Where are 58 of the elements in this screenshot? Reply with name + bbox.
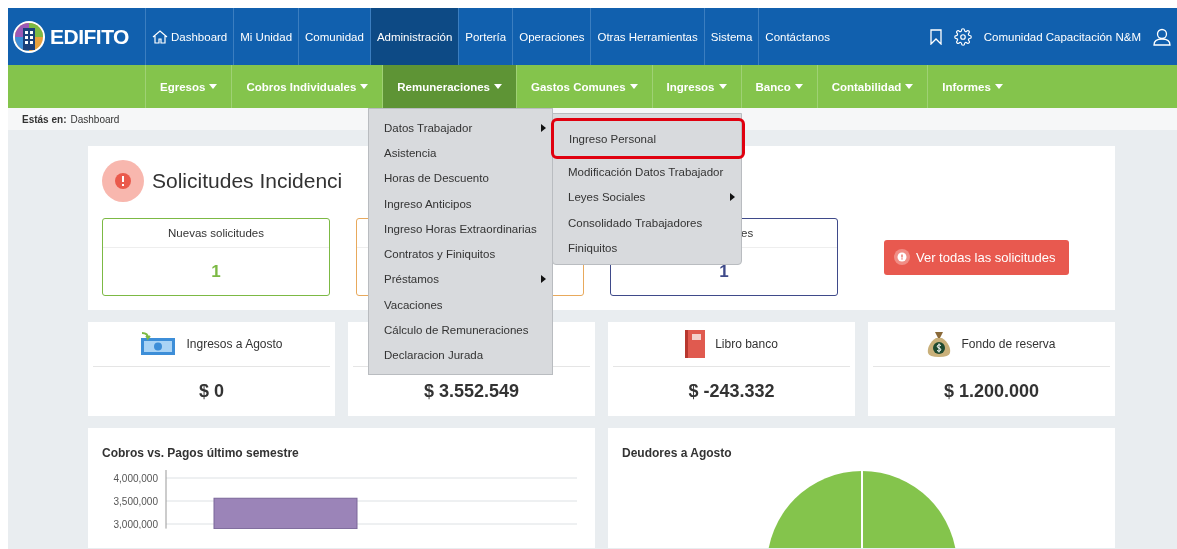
menu-item[interactable]: Consolidado Trabajadores bbox=[553, 209, 741, 236]
panel-title: Solicitudes Incidenci bbox=[152, 169, 343, 193]
alert-icon bbox=[102, 160, 144, 202]
stat-value: $ -243.332 bbox=[688, 381, 775, 402]
menu-item[interactable]: Ingreso Horas Extraordinarias bbox=[369, 216, 552, 242]
card-count: 1 bbox=[211, 261, 221, 282]
menu-item[interactable]: Contratos y Finiquitos bbox=[369, 241, 552, 267]
menu-item[interactable]: Asistencia bbox=[369, 140, 552, 166]
menu-item[interactable]: Préstamos bbox=[369, 266, 552, 293]
caret-icon bbox=[629, 84, 638, 89]
breadcrumb-link[interactable]: Dashboard bbox=[70, 113, 120, 125]
menu-item[interactable]: Ingreso Anticipos bbox=[369, 190, 552, 217]
axis-tick-label: 3,500,000 bbox=[113, 496, 158, 507]
caret-icon bbox=[794, 84, 803, 89]
caret-icon bbox=[360, 84, 369, 89]
nav-tab[interactable]: Remuneraciones bbox=[382, 65, 516, 108]
breadcrumb-label: Estás en: bbox=[22, 113, 67, 125]
card-label: Nuevas solicitudes bbox=[168, 227, 264, 239]
user-icon[interactable] bbox=[1153, 27, 1171, 46]
book-icon bbox=[685, 330, 706, 358]
caret-icon bbox=[209, 84, 218, 89]
stat-label: Fondo de reserva bbox=[961, 337, 1056, 351]
user-name[interactable]: Comunidad Capacitación N&M bbox=[983, 30, 1141, 43]
y-axis bbox=[165, 470, 167, 529]
stat-label: Ingresos a Agosto bbox=[186, 337, 283, 351]
nav-tab[interactable]: Administración bbox=[369, 8, 459, 65]
axis-tick-label: 3,000,000 bbox=[113, 519, 158, 529]
stat-value: $ 3.552.549 bbox=[423, 381, 520, 402]
menu-item[interactable]: Vacaciones bbox=[369, 292, 552, 318]
menu-item[interactable]: Leyes Sociales bbox=[553, 184, 741, 210]
caret-icon bbox=[905, 84, 914, 89]
caret-icon bbox=[994, 84, 1003, 89]
card-label: es bbox=[741, 227, 754, 239]
stat-value: $ 1.200.000 bbox=[943, 381, 1040, 402]
menu-item[interactable]: Cálculo de Remuneraciones bbox=[369, 317, 552, 343]
bookmark-icon[interactable] bbox=[929, 28, 942, 45]
stat-label: Libro banco bbox=[715, 337, 778, 351]
menu-item[interactable]: Modificación Datos Trabajador bbox=[553, 159, 741, 185]
axis-tick-label: 4,000,000 bbox=[113, 473, 158, 484]
menu-item[interactable]: Declaracion Jurada bbox=[369, 342, 552, 368]
card-count: 1 bbox=[719, 261, 729, 282]
menu-item[interactable]: Ingreso Personal bbox=[554, 126, 742, 152]
menu-item[interactable]: Horas de Descuento bbox=[369, 165, 552, 191]
alert-icon bbox=[894, 249, 910, 265]
menu-item[interactable]: Datos Trabajador bbox=[369, 115, 552, 141]
chart-title: Deudores a Agosto bbox=[622, 446, 733, 460]
building-logo-icon bbox=[12, 19, 46, 54]
stat-value: $ 0 bbox=[199, 381, 224, 402]
chart-title: Cobros vs. Pagos último semestre bbox=[102, 446, 300, 460]
banknote-icon bbox=[140, 332, 177, 356]
caret-icon bbox=[718, 84, 727, 89]
menu-item[interactable]: Finiquitos bbox=[553, 235, 741, 261]
settings-icon[interactable] bbox=[953, 27, 972, 46]
logo-text: EDIFITO bbox=[50, 24, 129, 49]
money-bag-icon bbox=[927, 330, 952, 358]
view-all-requests-button[interactable]: Ver todas las solicitudes bbox=[884, 239, 1070, 275]
home-icon bbox=[152, 29, 168, 44]
caret-icon bbox=[494, 84, 502, 89]
